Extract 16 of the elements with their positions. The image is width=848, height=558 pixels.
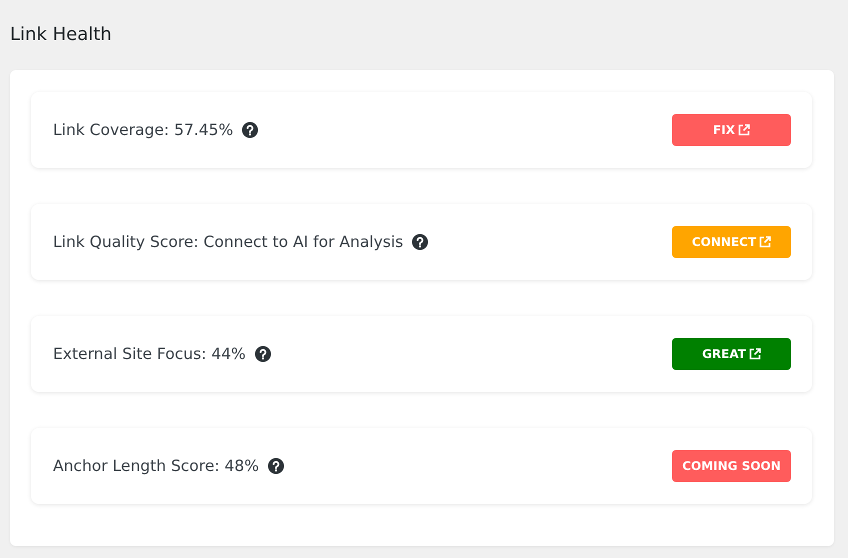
metric-label: Link Quality Score: Connect to AI for Analysis xyxy=(53,233,404,251)
help-icon[interactable] xyxy=(412,234,428,250)
status-button[interactable]: GREAT xyxy=(672,338,791,370)
metric-label: Anchor Length Score: 48% xyxy=(53,457,259,475)
external-link-icon xyxy=(759,236,772,248)
help-icon[interactable] xyxy=(242,122,258,138)
external-link-icon xyxy=(748,348,761,360)
help-icon[interactable] xyxy=(268,458,284,474)
status-button[interactable]: CONNECT xyxy=(672,226,791,258)
section-title: Link Health xyxy=(10,24,113,45)
external-link-icon xyxy=(738,124,750,136)
metric-label: External Site Focus: 44% xyxy=(53,345,246,363)
status-button[interactable]: COMING SOON xyxy=(672,450,791,482)
status-button[interactable]: FIX xyxy=(672,114,791,146)
help-icon[interactable] xyxy=(254,346,271,362)
metric-label: Link Coverage: 57.45% xyxy=(53,121,234,139)
